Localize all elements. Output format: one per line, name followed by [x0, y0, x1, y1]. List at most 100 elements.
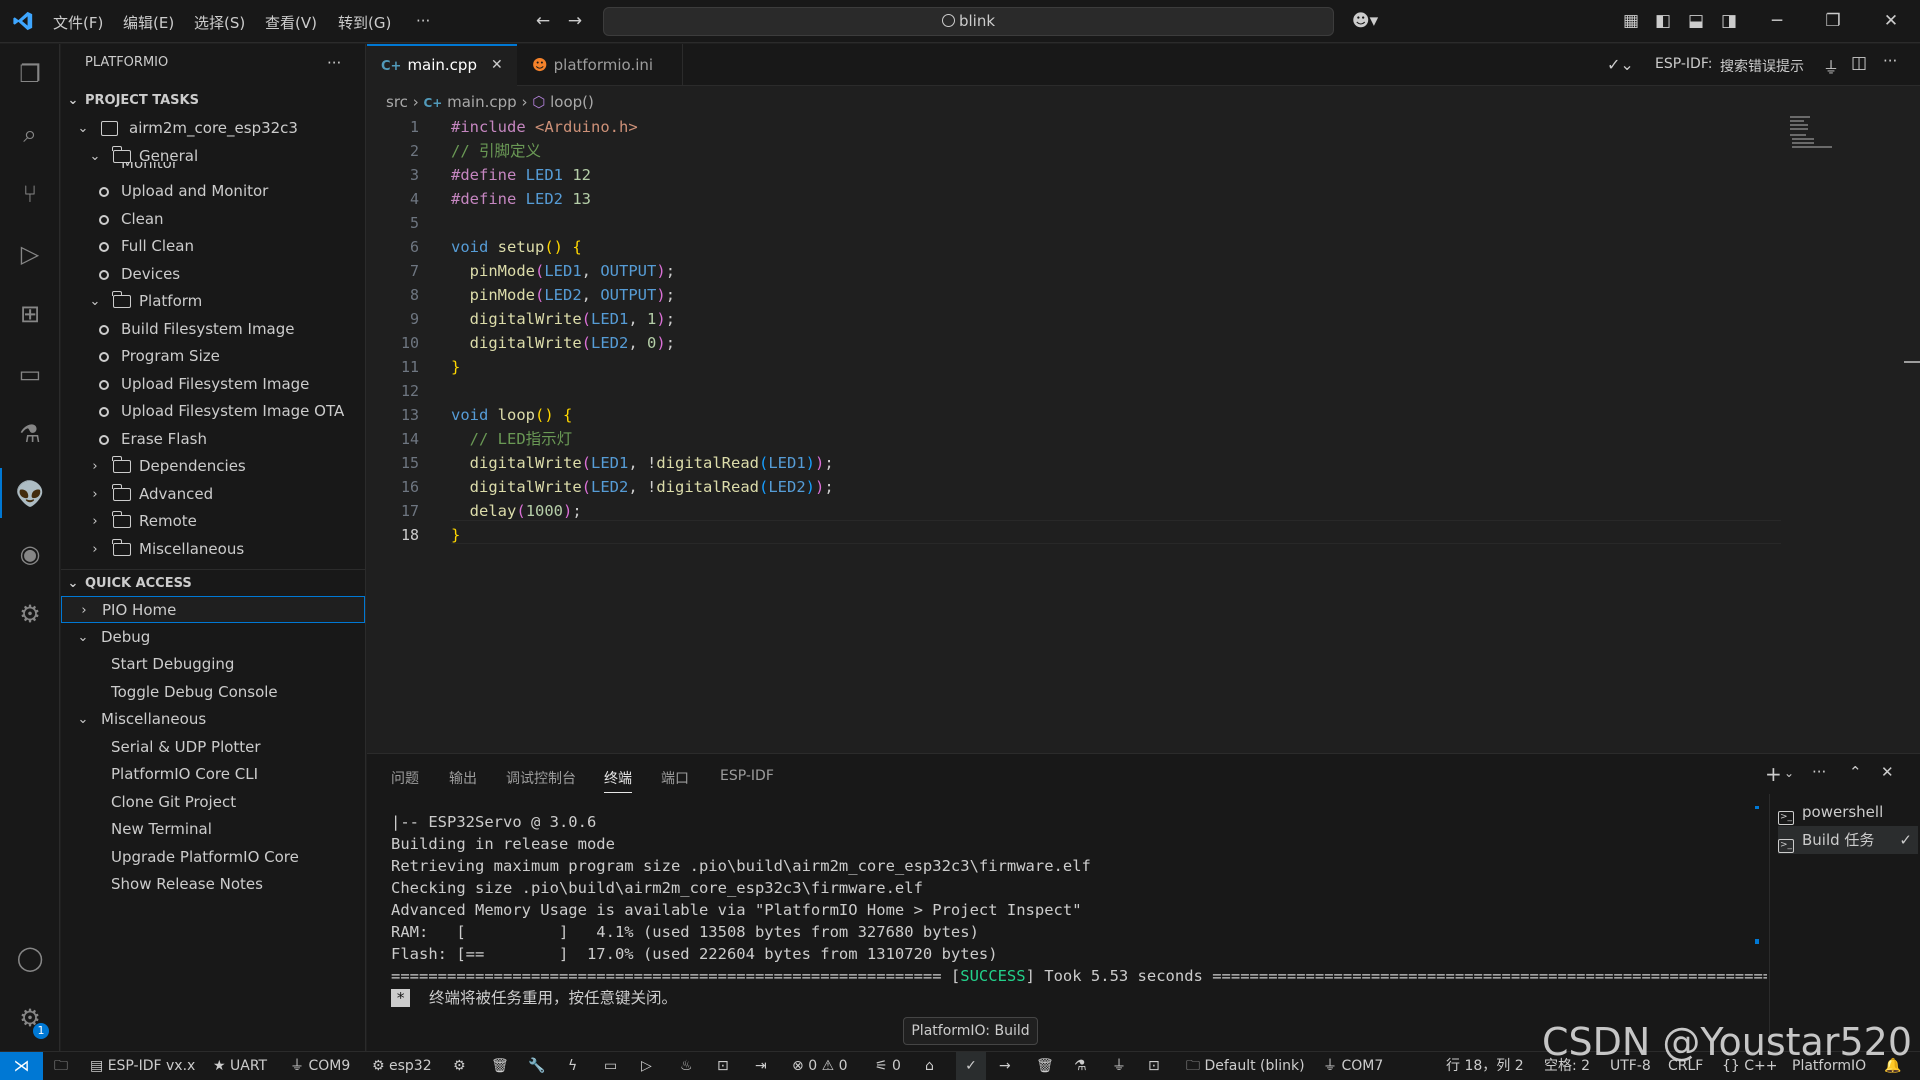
- task-upload-fs[interactable]: Upload Filesystem Image: [61, 371, 365, 398]
- tab-main-cpp[interactable]: C+ main.cpp ✕: [367, 44, 517, 86]
- quick-toggle-debug-console[interactable]: Toggle Debug Console: [61, 679, 365, 706]
- target-button[interactable]: ⚙ esp32: [372, 1052, 432, 1080]
- task-devices[interactable]: Devices: [61, 261, 365, 288]
- testing-icon[interactable]: ⚗: [12, 416, 48, 452]
- project-env-button[interactable]: 🗀 Default (blink): [1186, 1052, 1305, 1080]
- tab-close-icon[interactable]: ✕: [491, 46, 503, 84]
- breadcrumb-symbol[interactable]: loop(): [550, 93, 594, 111]
- pio-home-icon[interactable]: ⌂: [925, 1052, 934, 1080]
- panel-tab-output[interactable]: 输出: [449, 768, 477, 788]
- task-upload-fs-ota[interactable]: Upload Filesystem Image OTA: [61, 398, 365, 425]
- menu-more[interactable]: ···: [416, 12, 430, 30]
- platformio-home-folder-icon[interactable]: 🗀: [54, 1052, 68, 1080]
- task-build-fs[interactable]: Build Filesystem Image: [61, 316, 365, 343]
- run-debug-icon[interactable]: ▷: [12, 236, 48, 272]
- tree-folder-dependencies[interactable]: › Dependencies: [61, 453, 365, 480]
- copilot-icon[interactable]: ☻▾: [1350, 10, 1380, 32]
- editor-more-icon[interactable]: ···: [1883, 52, 1897, 70]
- menu-view[interactable]: 查看(V): [265, 12, 317, 33]
- task-upload-monitor[interactable]: Upload and Monitor: [61, 178, 365, 205]
- flame-icon[interactable]: ♨: [680, 1052, 693, 1080]
- search-icon[interactable]: ⌕: [12, 116, 48, 152]
- flash-icon[interactable]: ϟ: [568, 1052, 577, 1080]
- customize-layout-icon[interactable]: ▦: [1620, 10, 1642, 32]
- tree-folder-miscellaneous[interactable]: › Miscellaneous: [61, 536, 365, 563]
- minimize-icon[interactable]: ─: [1766, 10, 1788, 32]
- split-editor-icon[interactable]: ◫: [1851, 53, 1867, 73]
- espressif-icon[interactable]: ◉: [12, 536, 48, 572]
- debug-icon[interactable]: ▷: [641, 1052, 652, 1080]
- extensions-icon[interactable]: ⊞: [12, 296, 48, 332]
- menu-file[interactable]: 文件(F): [53, 12, 103, 33]
- toggle-secondary-sidebar-icon[interactable]: ◨: [1718, 10, 1740, 32]
- panel-tab-espidf[interactable]: ESP-IDF: [720, 768, 774, 784]
- toggle-primary-sidebar-icon[interactable]: ◧: [1652, 10, 1674, 32]
- command-center-search[interactable]: blink: [603, 7, 1334, 36]
- quick-release-notes[interactable]: Show Release Notes: [61, 871, 365, 898]
- remote-indicator-icon[interactable]: ⋊: [0, 1052, 43, 1080]
- task-erase-flash[interactable]: Erase Flash: [61, 426, 365, 453]
- quick-new-terminal[interactable]: New Terminal: [61, 816, 365, 843]
- task-clean[interactable]: Clean: [61, 206, 365, 233]
- com9-button[interactable]: ⏚ COM9: [290, 1052, 350, 1080]
- ports-indicator[interactable]: ⚟ 0: [875, 1052, 901, 1080]
- scrollbar-marker[interactable]: [1904, 361, 1920, 363]
- tree-item-monitor[interactable]: Monitor: [61, 162, 365, 178]
- espidf-search-error-button[interactable]: 搜索错误提示: [1720, 56, 1804, 76]
- build-check-icon[interactable]: ✓⌄: [1607, 55, 1634, 74]
- tree-env[interactable]: ⌄ airm2m_core_esp32c3: [61, 115, 365, 142]
- remote-explorer-icon[interactable]: ▭: [12, 356, 48, 392]
- menu-selection[interactable]: 选择(S): [194, 12, 245, 33]
- terminal-build-task[interactable]: >_ Build 任务 ✓: [1778, 826, 1918, 854]
- pio-build-check-icon[interactable]: ✓: [956, 1052, 986, 1080]
- pio-terminal-icon[interactable]: ⊡: [1148, 1052, 1160, 1080]
- cursor-position[interactable]: 行 18，列 2: [1446, 1052, 1524, 1080]
- terminal-powershell[interactable]: >_ powershell: [1778, 798, 1918, 826]
- uart-button[interactable]: ★ UART: [213, 1052, 267, 1080]
- trash-icon[interactable]: 🗑: [491, 1052, 509, 1080]
- sidebar-more-button[interactable]: ···: [327, 52, 341, 74]
- pio-monitor-plug-icon[interactable]: ⏚: [1112, 1052, 1126, 1080]
- new-terminal-plus-icon[interactable]: +: [1765, 762, 1782, 786]
- code-editor[interactable]: 1 2 3 4 5 6 7 8 9 10 11 12 13 14 15 16 17 18 #include <Ar…: [367, 115, 1920, 753]
- toggle-panel-icon[interactable]: ⬓: [1685, 10, 1707, 32]
- forward-arrow-icon[interactable]: →: [564, 10, 586, 32]
- device-manager-icon[interactable]: ⚙: [12, 596, 48, 632]
- quick-pio-home[interactable]: › PIO Home: [61, 596, 365, 623]
- panel-more-icon[interactable]: ···: [1812, 763, 1826, 781]
- panel-tab-debug-console[interactable]: 调试控制台: [506, 768, 576, 788]
- quick-core-cli[interactable]: PlatformIO Core CLI: [61, 761, 365, 788]
- panel-tab-terminal[interactable]: 终端: [604, 768, 632, 793]
- source-control-icon[interactable]: ⑂: [12, 176, 48, 212]
- chevron-down-icon[interactable]: ⌄: [1784, 766, 1794, 780]
- settings-gear-icon[interactable]: ⚙: [453, 1052, 466, 1080]
- panel-tab-ports[interactable]: 端口: [661, 768, 689, 788]
- breadcrumb-file[interactable]: main.cpp: [447, 93, 517, 111]
- pio-clean-trash-icon[interactable]: 🗑: [1036, 1052, 1054, 1080]
- panel-tab-problems[interactable]: 问题: [391, 768, 419, 788]
- quick-debug-group[interactable]: ⌄ Debug: [61, 624, 365, 651]
- pio-test-flask-icon[interactable]: ⚗: [1074, 1052, 1087, 1080]
- restore-icon[interactable]: ❐: [1822, 10, 1844, 32]
- section-quick-access[interactable]: ⌄ QUICK ACCESS: [61, 569, 365, 596]
- close-panel-icon[interactable]: ✕: [1881, 763, 1894, 781]
- plug-icon[interactable]: ⏚: [1823, 54, 1839, 78]
- back-arrow-icon[interactable]: ←: [532, 10, 554, 32]
- quick-clone-git[interactable]: Clone Git Project: [61, 789, 365, 816]
- explorer-icon[interactable]: ❐: [12, 56, 48, 92]
- task-full-clean[interactable]: Full Clean: [61, 233, 365, 260]
- breadcrumb-folder[interactable]: src: [386, 93, 408, 111]
- menu-edit[interactable]: 编辑(E): [123, 12, 174, 33]
- platformio-alien-icon[interactable]: 👽: [12, 476, 48, 512]
- com7-button[interactable]: ⏚ COM7: [1323, 1052, 1383, 1080]
- maximize-panel-icon[interactable]: ⌃: [1849, 763, 1862, 781]
- task-program-size[interactable]: Program Size: [61, 343, 365, 370]
- quick-serial-plotter[interactable]: Serial & UDP Plotter: [61, 734, 365, 761]
- minimap[interactable]: [1790, 116, 1840, 156]
- tab-platformio-ini[interactable]: ☻ platformio.ini: [518, 44, 683, 86]
- pio-upload-arrow-icon[interactable]: →: [999, 1052, 1011, 1080]
- wrench-icon[interactable]: 🔧: [528, 1052, 545, 1080]
- close-window-icon[interactable]: ✕: [1880, 10, 1902, 32]
- monitor-icon[interactable]: ▭: [604, 1052, 617, 1080]
- tree-folder-platform[interactable]: ⌄ Platform: [61, 288, 365, 315]
